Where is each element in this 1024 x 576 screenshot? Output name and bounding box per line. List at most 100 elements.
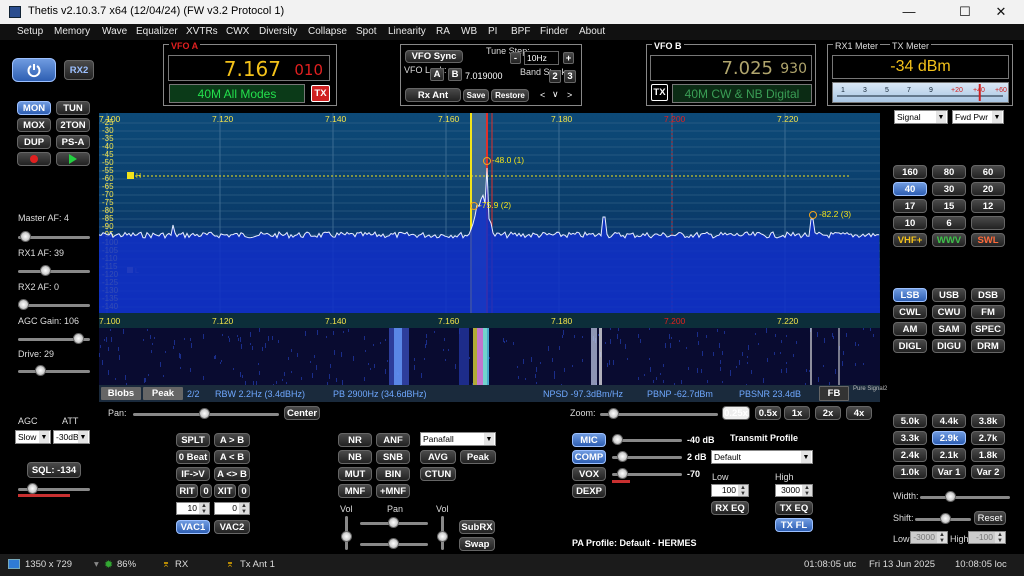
tx-eq-button[interactable]: TX EQ <box>775 501 813 515</box>
nb-button[interactable]: NB <box>338 450 372 464</box>
tx-high-input[interactable]: 3000 ▲ ▼ <box>775 484 813 497</box>
menu-wb[interactable]: WB <box>461 26 477 37</box>
comp-button[interactable]: COMP <box>572 450 606 464</box>
b-to-a-button[interactable]: A < B <box>214 450 250 464</box>
menu-memory[interactable]: Memory <box>54 26 90 37</box>
fb-button[interactable]: FB <box>819 386 849 401</box>
pan-knob[interactable] <box>199 408 210 419</box>
menu-equalizer[interactable]: Equalizer <box>136 26 178 37</box>
band-button-vhf-[interactable]: VHF+ <box>893 233 927 247</box>
menu-setup[interactable]: Setup <box>17 26 43 37</box>
vol2-knob[interactable] <box>437 531 448 542</box>
vol1-knob[interactable] <box>341 531 352 542</box>
vac1-button[interactable]: VAC1 <box>176 520 210 534</box>
filter-button-2-9k[interactable]: 2.9k <box>932 431 966 445</box>
rit-button[interactable]: RIT <box>176 484 198 498</box>
a-to-b-button[interactable]: A > B <box>214 433 250 447</box>
band-stack-down[interactable]: ∨ <box>552 89 559 100</box>
center-button[interactable]: Center <box>284 406 320 420</box>
rit-offset-input[interactable]: 10 ▲ ▼ <box>176 502 210 515</box>
blobs-button[interactable]: Blobs <box>101 387 141 400</box>
transmit-profile-select[interactable]: Default ▼ <box>711 450 813 464</box>
zoom-05x-button[interactable]: 0.5x <box>755 406 781 420</box>
drive-knob[interactable] <box>35 365 46 376</box>
anf-button[interactable]: ANF <box>376 433 410 447</box>
dexp-button[interactable]: DEXP <box>572 484 606 498</box>
mode-button-fm[interactable]: FM <box>971 305 1005 319</box>
filter-button-4-4k[interactable]: 4.4k <box>932 414 966 428</box>
pan-sub-knob-2[interactable] <box>388 538 399 549</box>
snb-button[interactable]: SNB <box>376 450 410 464</box>
menu-diversity[interactable]: Diversity <box>259 26 297 37</box>
filter-button-5-0k[interactable]: 5.0k <box>893 414 927 428</box>
band-button-swl[interactable]: SWL <box>971 233 1005 247</box>
swap-rx-button[interactable]: Swap <box>459 537 495 551</box>
agc-select[interactable]: Slow ▼ <box>15 430 51 444</box>
panadapter-svg[interactable]: -25-30-35-40-45-50-55-60-65-70-75-80-85-… <box>98 113 880 389</box>
zoom-4x-button[interactable]: 4x <box>846 406 872 420</box>
rx1-af-slider[interactable] <box>18 270 90 273</box>
band-stack-prev[interactable]: < <box>540 90 545 100</box>
vfo-b-display[interactable]: 7.025 930 <box>650 55 812 81</box>
filter-low-input[interactable]: -3000 ▲ ▼ <box>910 531 948 544</box>
band-button-6[interactable]: 6 <box>932 216 966 230</box>
agc-gain-knob[interactable] <box>73 333 84 344</box>
vac2-button[interactable]: VAC2 <box>214 520 250 534</box>
xit-button[interactable]: XIT <box>214 484 236 498</box>
display-mode-select[interactable]: Panafall ▼ <box>420 432 496 446</box>
zoom-knob[interactable] <box>608 408 619 419</box>
menu-wave[interactable]: Wave <box>102 26 127 37</box>
bin-button[interactable]: BIN <box>376 467 410 481</box>
filter-button-2-4k[interactable]: 2.4k <box>893 448 927 462</box>
filter-button-2-1k[interactable]: 2.1k <box>932 448 966 462</box>
rit-value[interactable]: 0 <box>200 484 212 498</box>
tune-step-up[interactable]: + <box>563 52 574 64</box>
band-button-wwv[interactable]: WWV <box>932 233 966 247</box>
band-button-60[interactable]: 60 <box>971 165 1005 179</box>
panadapter-waterfall[interactable]: -25 -30 -35 -40 -45 -50 -55 -60 -65 -70 -75 -80 -85-… <box>98 113 880 389</box>
dup-button[interactable]: DUP <box>17 135 51 149</box>
pan-sub-knob-1[interactable] <box>388 517 399 528</box>
filter-button-3-8k[interactable]: 3.8k <box>971 414 1005 428</box>
menu-spot[interactable]: Spot <box>356 26 377 37</box>
band-button-160[interactable]: 160 <box>893 165 927 179</box>
drive-slider[interactable] <box>18 370 90 373</box>
mode-button-cwu[interactable]: CWU <box>932 305 966 319</box>
swap-ab-button[interactable]: A <> B <box>214 467 250 481</box>
peak-display-button[interactable]: Peak <box>460 450 496 464</box>
vfo-a-display[interactable]: 7.167 010 <box>168 55 330 81</box>
xit-offset-input[interactable]: 0 ▲ ▼ <box>214 502 250 515</box>
filter-button-2-7k[interactable]: 2.7k <box>971 431 1005 445</box>
menu-cwx[interactable]: CWX <box>226 26 249 37</box>
shift-reset-button[interactable]: Reset <box>974 511 1006 525</box>
band-button-40[interactable]: 40 <box>893 182 927 196</box>
vfo-b-tx-button[interactable]: TX <box>651 84 668 101</box>
mode-button-dsb[interactable]: DSB <box>971 288 1005 302</box>
menu-collapse[interactable]: Collapse <box>308 26 347 37</box>
2ton-button[interactable]: 2TON <box>56 118 90 132</box>
zoom-2x-button[interactable]: 2x <box>815 406 841 420</box>
filter-button-1-8k[interactable]: 1.8k <box>971 448 1005 462</box>
comp-knob[interactable] <box>617 451 628 462</box>
split-button[interactable]: SPLT <box>176 433 210 447</box>
status-res-dropdown[interactable]: ▾ <box>94 559 99 570</box>
peak-button[interactable]: Peak <box>143 387 183 400</box>
tune-step-down[interactable]: - <box>510 52 521 64</box>
zero-beat-button[interactable]: 0 Beat <box>176 450 210 464</box>
play-button[interactable] <box>56 152 90 166</box>
band-button-blank-11[interactable] <box>971 216 1005 230</box>
menu-bpf[interactable]: BPF <box>511 26 530 37</box>
filter-high-input[interactable]: -100 ▲ ▼ <box>968 531 1006 544</box>
att-select[interactable]: -30dB ▼ <box>53 430 90 444</box>
menu-about[interactable]: About <box>579 26 605 37</box>
menu-linearity[interactable]: Linearity <box>388 26 426 37</box>
tx-low-input[interactable]: 100 ▲ ▼ <box>711 484 749 497</box>
mode-button-digl[interactable]: DIGL <box>893 339 927 353</box>
power-button[interactable] <box>12 58 56 82</box>
record-button[interactable] <box>17 152 51 166</box>
mic-knob[interactable] <box>612 434 623 445</box>
menu-xvtrs[interactable]: XVTRs <box>186 26 218 37</box>
vfo-a-tx-button[interactable]: TX <box>311 85 330 102</box>
band-button-20[interactable]: 20 <box>971 182 1005 196</box>
sql-knob[interactable] <box>27 483 38 494</box>
